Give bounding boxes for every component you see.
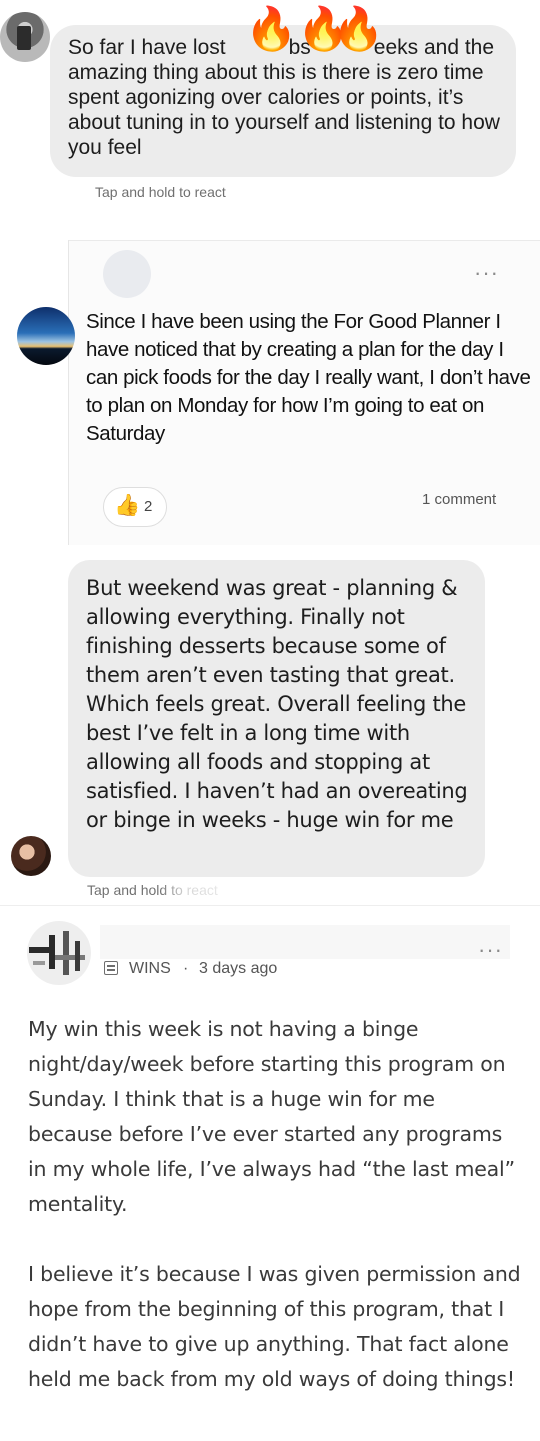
like-reaction-button[interactable]: 👍 2 <box>103 487 167 527</box>
more-options-icon[interactable]: ··· <box>474 262 499 284</box>
author-avatar[interactable] <box>27 921 91 985</box>
post-paragraph: I believe it’s because I was given permi… <box>28 1262 521 1391</box>
reaction-hint: Tap and hold to react <box>87 882 218 898</box>
post-body: My win this week is not having a binge n… <box>28 1012 523 1397</box>
post-category[interactable]: WINS <box>129 960 171 978</box>
message-bubble[interactable]: But weekend was great - planning & allow… <box>68 560 485 877</box>
thumbs-up-icon: 👍 <box>114 494 141 517</box>
category-icon <box>104 961 118 975</box>
comment-count-link[interactable]: 1 comment <box>422 491 496 508</box>
commenter-avatar[interactable] <box>17 307 75 365</box>
post-timestamp: 3 days ago <box>199 960 278 977</box>
sender-avatar[interactable] <box>0 12 50 62</box>
message-text: But weekend was great - planning & allow… <box>86 576 468 832</box>
fire-emoji-icon: 🔥 <box>245 5 298 52</box>
divider <box>69 240 540 241</box>
reaction-count: 2 <box>144 498 153 515</box>
reaction-hint: Tap and hold to react <box>95 184 226 200</box>
phone-icon <box>17 26 31 50</box>
meta-separator: · <box>183 960 189 977</box>
author-name-redacted <box>100 925 510 959</box>
fire-emoji-icon: 🔥 <box>332 5 385 52</box>
sender-avatar[interactable] <box>11 836 51 876</box>
more-options-icon[interactable]: ··· <box>478 939 503 961</box>
post-paragraph: My win this week is not having a binge n… <box>28 1017 515 1216</box>
post-text: Since I have been using the For Good Pla… <box>86 310 531 445</box>
author-avatar-placeholder[interactable] <box>103 250 151 298</box>
